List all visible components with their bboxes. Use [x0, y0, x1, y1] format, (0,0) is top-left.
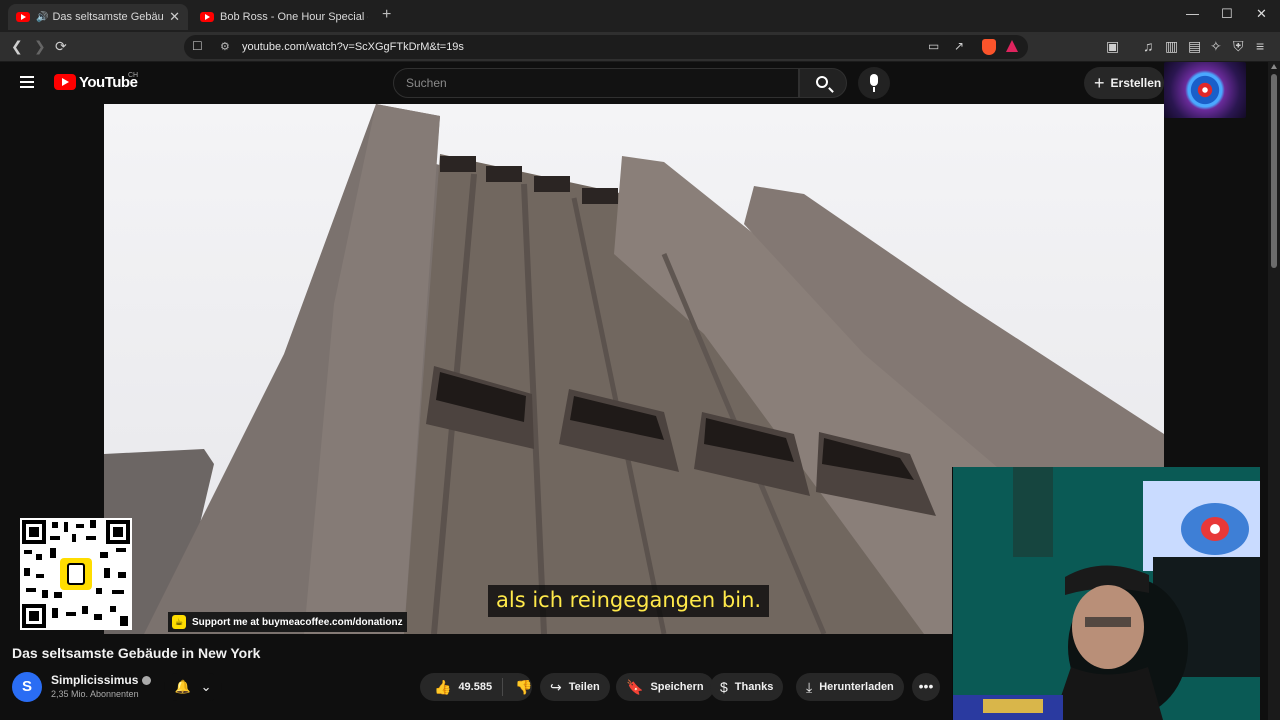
- video-subtitle: als ich reingegangen bin.: [488, 585, 770, 617]
- close-tab-icon[interactable]: ✕: [169, 9, 180, 25]
- verified-badge-icon: [142, 676, 152, 686]
- minimize-button[interactable]: —: [1186, 6, 1199, 21]
- tab-title: Das seltsamste Gebäude in N: [52, 11, 164, 23]
- download-icon: ⤓: [806, 678, 813, 695]
- subscriber-count: 2,35 Mio. Abonnenten: [51, 689, 139, 699]
- channel-avatar[interactable]: S: [12, 672, 42, 702]
- search-placeholder: Suchen: [406, 76, 447, 90]
- scroll-up-arrow-icon[interactable]: [1271, 64, 1277, 69]
- thumbs-up-icon: 👍: [434, 678, 452, 695]
- address-bar[interactable]: ☐ ⚙ youtube.com/watch?v=ScXGgFTkDrM&t=19…: [184, 35, 1028, 59]
- scrollbar-thumb[interactable]: [1271, 74, 1277, 268]
- save-button[interactable]: 🔖 Speichern: [616, 673, 714, 701]
- support-banner[interactable]: ☕ Support me at buymeacoffee.com/donatio…: [168, 612, 407, 632]
- channel-name[interactable]: Simplicissimus: [51, 673, 152, 687]
- brave-rewards-icon[interactable]: [1006, 40, 1018, 52]
- extension-icon[interactable]: ▣: [1106, 38, 1119, 55]
- more-actions-button[interactable]: •••: [912, 673, 940, 701]
- media-icon[interactable]: ♫: [1143, 38, 1154, 54]
- search-icon: [816, 76, 828, 88]
- save-playlist-icon: 🔖: [626, 678, 644, 695]
- brave-shields-icon[interactable]: [982, 39, 996, 55]
- wallet-icon[interactable]: ▤: [1188, 38, 1201, 55]
- country-code: CH: [128, 72, 139, 79]
- maximize-button[interactable]: ☐: [1221, 6, 1233, 22]
- close-window-button[interactable]: ✕: [1256, 6, 1267, 22]
- voice-search-mic-icon[interactable]: [858, 67, 890, 99]
- tab-active[interactable]: 🔊 Das seltsamste Gebäude in N ✕: [8, 4, 188, 30]
- share-page-icon[interactable]: ↗: [954, 39, 964, 53]
- url-text[interactable]: youtube.com/watch?v=ScXGgFTkDrM&t=19s: [242, 41, 464, 53]
- qr-code: [20, 518, 132, 630]
- channel-name-text[interactable]: Simplicissimus: [51, 673, 138, 687]
- webcam-overlay: [952, 467, 1260, 720]
- cast-icon[interactable]: ▭: [928, 39, 939, 53]
- thanks-dollar-icon: $: [720, 679, 728, 695]
- youtube-favicon-icon: [16, 12, 30, 22]
- youtube-favicon-icon: [200, 12, 214, 22]
- new-tab-button[interactable]: +: [382, 6, 391, 24]
- browser-toolbar: ❮ ❯ ⟳ ☐ ⚙ youtube.com/watch?v=ScXGgFTkDr…: [0, 32, 1280, 62]
- site-settings-icon[interactable]: ⚙: [220, 40, 230, 53]
- save-label: Speichern: [650, 681, 704, 693]
- speaker-icon[interactable]: 🔊: [36, 12, 48, 23]
- tab-inactive[interactable]: Bob Ross - One Hour Special - The G: [192, 4, 376, 30]
- search-button[interactable]: [799, 68, 847, 98]
- like-button[interactable]: 👍 49.585: [420, 678, 504, 696]
- download-label: Herunterladen: [819, 681, 894, 693]
- leo-ai-icon[interactable]: ✧: [1210, 38, 1222, 55]
- youtube-logo-icon[interactable]: [54, 74, 76, 90]
- notification-bell-button[interactable]: 🔔 ⌄: [164, 673, 222, 701]
- hamburger-menu-icon[interactable]: [20, 76, 34, 88]
- share-label: Teilen: [568, 681, 600, 693]
- reload-icon[interactable]: ⟳: [55, 38, 67, 55]
- webcam-streamer-graphic: [953, 467, 1260, 720]
- share-icon: ↪: [550, 678, 562, 695]
- bell-icon: 🔔: [174, 679, 191, 694]
- search-input[interactable]: Suchen: [393, 68, 799, 98]
- vpn-icon[interactable]: ⛨: [1233, 38, 1244, 55]
- coffee-cup-icon: ☕: [172, 615, 186, 629]
- forward-icon[interactable]: ❯: [34, 38, 46, 55]
- like-dislike-segment: 👍 49.585 👎: [420, 673, 533, 701]
- tab-title: Bob Ross - One Hour Special - The G: [220, 11, 368, 23]
- qr-code-graphic: [22, 520, 130, 628]
- dislike-button[interactable]: 👎: [503, 679, 532, 696]
- plus-icon: +: [1094, 72, 1105, 93]
- share-button[interactable]: ↪ Teilen: [540, 673, 610, 701]
- page-scrollbar[interactable]: [1268, 62, 1280, 720]
- create-button[interactable]: + Erstellen: [1084, 67, 1164, 99]
- thanks-button[interactable]: $ Thanks: [710, 673, 784, 701]
- download-button[interactable]: ⤓ Herunterladen: [796, 673, 904, 701]
- youtube-masthead: YouTube CH Suchen + Erstellen: [0, 62, 1268, 104]
- create-label: Erstellen: [1110, 76, 1162, 90]
- bookmark-icon[interactable]: ☐: [192, 39, 203, 53]
- account-avatar[interactable]: [1164, 62, 1246, 118]
- thanks-label: Thanks: [734, 681, 774, 693]
- chevron-down-icon: ⌄: [200, 679, 212, 694]
- like-count: 49.585: [458, 681, 493, 693]
- menu-icon[interactable]: ≡: [1256, 38, 1264, 54]
- browser-tab-bar: 🔊 Das seltsamste Gebäude in N ✕ Bob Ross…: [0, 0, 1280, 32]
- support-text: Support me at buymeacoffee.com/donationz: [192, 616, 403, 628]
- video-title: Das seltsamste Gebäude in New York: [12, 645, 261, 661]
- back-icon[interactable]: ❮: [11, 38, 23, 55]
- sidebar-icon[interactable]: ▥: [1165, 38, 1178, 55]
